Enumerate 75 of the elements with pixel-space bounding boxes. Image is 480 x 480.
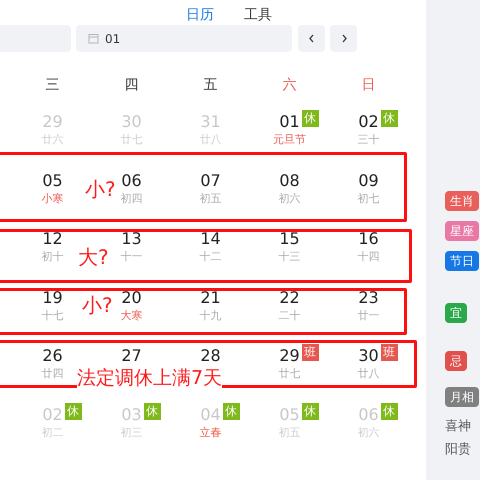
annotation-text: 法定调休上满7天	[77, 369, 222, 388]
rest-badge: 休	[302, 402, 319, 420]
annotation-text: 大?	[78, 247, 109, 267]
day-number[interactable]: 01	[279, 112, 300, 132]
info-tag: 星座	[445, 221, 479, 241]
date-value: 01	[105, 30, 120, 48]
day-number[interactable]: 08	[279, 170, 300, 190]
lunar-date: 十九	[200, 308, 222, 324]
rest-badge: 休	[302, 110, 319, 127]
day-number[interactable]: 19	[42, 288, 63, 308]
weekday-label: 六	[282, 76, 296, 94]
day-number[interactable]: 05	[42, 170, 63, 190]
day-number[interactable]: 23	[358, 288, 379, 308]
weekday-label: 日	[362, 76, 376, 94]
day-number[interactable]: 12	[42, 229, 63, 249]
info-tag: 忌	[445, 351, 467, 371]
lunar-date: 小寒	[42, 190, 64, 206]
rest-badge: 休	[64, 402, 82, 420]
lunar-date: 廿一	[358, 308, 380, 324]
day-number[interactable]: 16	[358, 229, 379, 249]
lunar-date: 初五	[200, 190, 222, 206]
annotation-text: 小?	[82, 295, 113, 315]
calendar-icon	[88, 33, 99, 44]
lunar-date: 初六	[278, 190, 300, 206]
lunar-date: 立春	[200, 424, 222, 440]
lunar-date: 廿八	[358, 366, 380, 382]
day-number[interactable]: 29	[279, 346, 300, 366]
tab[interactable]: 工具	[244, 4, 272, 28]
lunar-date: 十一	[120, 249, 142, 265]
work-badge: 班	[302, 344, 319, 361]
prev-button[interactable]	[298, 25, 325, 52]
day-number[interactable]: 09	[358, 170, 379, 190]
day-number[interactable]: 07	[200, 170, 221, 190]
lunar-date: 大寒	[120, 308, 142, 324]
info-tag: 月相	[445, 387, 479, 407]
work-badge: 班	[380, 344, 398, 361]
info-tag: 宜	[445, 303, 467, 323]
lunar-date: 廿七	[278, 366, 300, 382]
day-number[interactable]: 28	[200, 346, 221, 366]
info-tag: 生肖	[445, 191, 479, 211]
lunar-date: 十四	[358, 249, 380, 265]
day-number[interactable]: 30	[358, 346, 379, 366]
lunar-date: 初四	[120, 190, 142, 206]
rest-badge: 休	[222, 402, 240, 420]
info-text: 喜神	[445, 418, 471, 436]
day-number[interactable]: 06	[121, 170, 142, 190]
day-number[interactable]: 15	[279, 229, 300, 249]
rest-badge: 休	[380, 110, 398, 127]
lunar-date: 十二	[200, 249, 222, 265]
info-text: 阳贵	[445, 441, 471, 459]
lunar-date: 十七	[42, 308, 64, 324]
lunar-date: 廿四	[42, 366, 64, 382]
weekday-label: 五	[204, 76, 218, 94]
weekday-label: 四	[124, 76, 138, 94]
day-number[interactable]: 21	[200, 288, 221, 308]
weekday-label: 三	[46, 76, 60, 94]
day-number[interactable]: 27	[121, 346, 142, 366]
rest-badge: 休	[144, 402, 161, 420]
day-number[interactable]: 14	[200, 229, 221, 249]
lunar-date: 初七	[358, 190, 380, 206]
lunar-date: 十三	[278, 249, 300, 265]
date-picker[interactable]: 01	[76, 25, 292, 52]
day-number[interactable]: 13	[121, 229, 142, 249]
lunar-date: 三十	[358, 132, 380, 148]
day-number[interactable]: 20	[121, 288, 142, 308]
lunar-date: 初十	[42, 249, 64, 265]
lunar-date: 元旦节	[273, 132, 306, 148]
annotation-text: 小?	[85, 179, 116, 199]
day-number[interactable]: 26	[42, 346, 63, 366]
info-tag: 节日	[445, 251, 479, 271]
rest-badge: 休	[380, 402, 398, 420]
lunar-date: 二十	[278, 308, 300, 324]
next-button[interactable]	[330, 25, 357, 52]
day-number[interactable]: 22	[279, 288, 300, 308]
day-number[interactable]: 02	[358, 112, 379, 132]
